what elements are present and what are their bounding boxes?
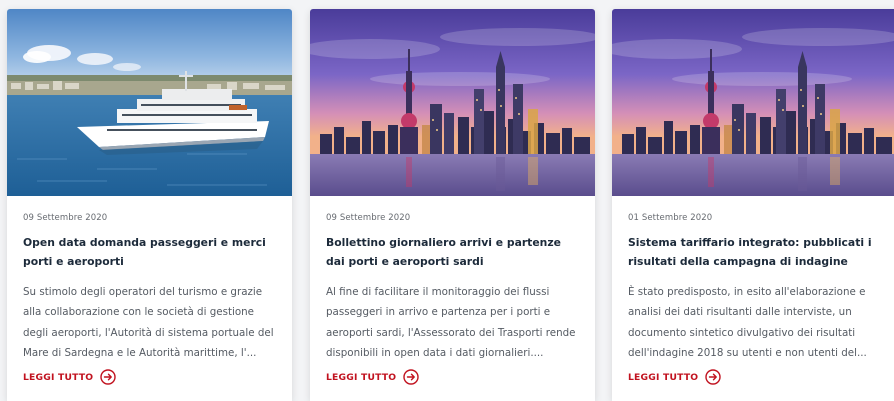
city-skyline-image[interactable] [310,9,595,196]
read-more-link[interactable]: LEGGI TUTTO [23,369,117,385]
city-skyline-image[interactable] [612,9,894,196]
news-card[interactable]: 01 Settembre 2020 Sistema tariffario int… [612,9,894,401]
city-skyline-photo [612,9,894,196]
card-date: 09 Settembre 2020 [326,213,411,223]
card-title[interactable]: Bollettino giornaliero arrivi e partenze… [326,233,579,271]
read-more-link[interactable]: LEGGI TUTTO [628,369,722,385]
read-more-label: LEGGI TUTTO [628,371,699,383]
card-excerpt: È stato predisposto, in esito all'elabor… [628,286,867,359]
card-title[interactable]: Open data domanda passeggeri e merci por… [23,233,276,271]
city-skyline-photo [310,9,595,196]
arrow-right-circle-icon [100,369,117,385]
news-card-list: 09 Settembre 2020 Open data domanda pass… [0,0,894,401]
cruise-ship-image[interactable] [7,9,292,196]
arrow-right-circle-icon [705,369,722,385]
read-more-label: LEGGI TUTTO [326,371,397,383]
arrow-right-circle-icon [403,369,420,385]
read-more-label: LEGGI TUTTO [23,371,94,383]
read-more-link[interactable]: LEGGI TUTTO [326,369,420,385]
cruise-ship-photo [7,9,292,196]
news-card[interactable]: 09 Settembre 2020 Bollettino giornaliero… [310,9,595,401]
card-date: 09 Settembre 2020 [23,213,108,223]
card-excerpt: Su stimolo degli operatori del turismo e… [23,286,274,359]
card-title[interactable]: Sistema tariffario integrato: pubblicati… [628,233,881,271]
news-card[interactable]: 09 Settembre 2020 Open data domanda pass… [7,9,292,401]
card-excerpt: Al fine di facilitare il monitoraggio de… [326,286,576,359]
card-date: 01 Settembre 2020 [628,213,713,223]
